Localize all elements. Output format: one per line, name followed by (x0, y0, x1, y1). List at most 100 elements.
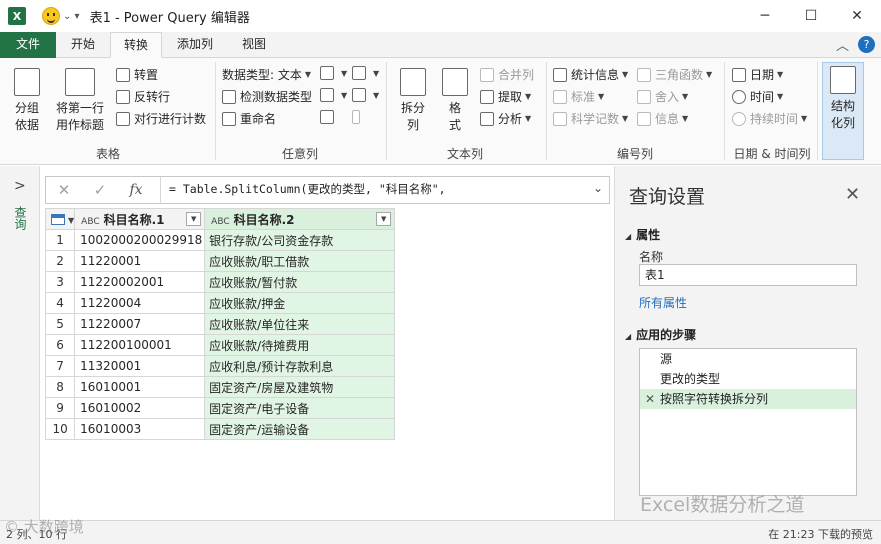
cancel-formula-icon[interactable]: ✕ (46, 181, 82, 199)
table-menu-button[interactable]: ▼ (44, 208, 76, 230)
applied-steps-header-label: 应用的步骤 (636, 328, 697, 342)
table-cell[interactable]: 应收账款/职工借款 (204, 250, 396, 272)
tab-view[interactable]: 视图 (230, 32, 278, 58)
expand-queries-icon[interactable]: > (14, 178, 26, 194)
group-by-button[interactable]: 分组 依据 (8, 68, 46, 134)
maximize-button[interactable]: ☐ (788, 0, 834, 32)
table-cell[interactable]: 应收利息/预计存款利息 (204, 355, 396, 377)
table-cell[interactable]: 16010002 (74, 397, 206, 419)
help-icon[interactable]: ? (858, 36, 875, 53)
tab-transform[interactable]: 转换 (110, 32, 162, 58)
convert-to-list-button[interactable] (352, 110, 364, 124)
close-window-button[interactable]: ✕ (834, 0, 880, 32)
unpivot-button[interactable]: ▼ (352, 66, 379, 80)
row-number[interactable]: 6 (44, 334, 76, 356)
close-pane-icon[interactable]: ✕ (845, 184, 860, 205)
table-cell[interactable]: 1002000200029918 (74, 229, 206, 251)
table-cell[interactable]: 银行存款/公司资金存款 (204, 229, 396, 251)
formula-input[interactable]: = Table.SplitColumn(更改的类型, "科目名称", (160, 177, 610, 203)
row-number[interactable]: 8 (44, 376, 76, 398)
table-cell[interactable]: 应收账款/押金 (204, 292, 396, 314)
chevron-down-icon: ▼ (777, 92, 784, 101)
pivot-icon (320, 110, 334, 124)
row-number[interactable]: 4 (44, 292, 76, 314)
table-cell[interactable]: 16010003 (74, 418, 206, 440)
chevron-down-icon: ▼ (598, 92, 605, 101)
statistics-dropdown[interactable]: 统计信息 ▼ (553, 66, 628, 83)
count-rows-button[interactable]: 对行进行计数 (116, 110, 206, 127)
tab-home[interactable]: 开始 (58, 32, 108, 58)
tab-file[interactable]: 文件 (0, 32, 56, 58)
rename-button[interactable]: 重命名 (222, 110, 276, 127)
minimize-button[interactable]: ─ (742, 0, 788, 32)
table-cell[interactable]: 固定资产/房屋及建筑物 (204, 376, 396, 398)
extract-dropdown[interactable]: 提取 ▼ (480, 88, 531, 105)
detect-data-type-button[interactable]: 检测数据类型 (222, 88, 312, 105)
commit-formula-icon[interactable]: ✓ (82, 181, 118, 199)
delete-step-icon[interactable]: ✕ (645, 389, 655, 409)
queries-rail-label[interactable]: 查询 (12, 206, 29, 230)
row-number[interactable]: 2 (44, 250, 76, 272)
collapse-ribbon-icon[interactable]: ︿ (836, 35, 849, 54)
split-column-button[interactable]: 拆分 列 (392, 68, 434, 134)
table-cell[interactable]: 11220001 (74, 250, 206, 272)
row-number[interactable]: 10 (44, 418, 76, 440)
column-header-label: 科目名称.1 (103, 212, 165, 227)
smiley-feedback-icon[interactable] (42, 7, 60, 25)
expand-formula-icon[interactable]: ⌄ (593, 181, 603, 195)
parse-dropdown[interactable]: 分析 ▼ (480, 110, 531, 127)
duration-dropdown[interactable]: 持续时间 ▼ (732, 110, 807, 127)
table-row: 7 11320001 应收利息/预计存款利息 (44, 355, 396, 377)
applied-steps-section-header[interactable]: ◢ 应用的步骤 (625, 326, 696, 343)
column-header-1[interactable]: ABC 科目名称.1 ▼ (74, 208, 206, 230)
table-cell[interactable]: 11220007 (74, 313, 206, 335)
row-number[interactable]: 5 (44, 313, 76, 335)
quick-access-customize-icon[interactable]: ⌄ ▾ (63, 11, 80, 22)
table-cell[interactable]: 固定资产/运输设备 (204, 418, 396, 440)
table-cell[interactable]: 11220004 (74, 292, 206, 314)
applied-step-selected[interactable]: ✕ 按照字符转换拆分列 (640, 389, 856, 409)
detect-type-icon (222, 89, 236, 104)
time-dropdown[interactable]: 时间 ▼ (732, 88, 783, 105)
query-name-field[interactable]: 表1 (639, 264, 857, 286)
merge-columns-button[interactable]: 合并列 (480, 66, 534, 83)
column-header-2[interactable]: ABC 科目名称.2 ▼ (204, 208, 396, 230)
table-cell[interactable]: 112200100001 (74, 334, 206, 356)
reverse-rows-button[interactable]: 反转行 (116, 88, 170, 105)
applied-step[interactable]: 源 (640, 349, 856, 369)
pivot-column-button[interactable] (320, 110, 338, 124)
row-number[interactable]: 9 (44, 397, 76, 419)
fx-icon[interactable]: fx (118, 182, 154, 198)
table-cell[interactable]: 应收账款/暂付款 (204, 271, 396, 293)
filter-dropdown-icon[interactable]: ▼ (376, 212, 392, 226)
date-dropdown[interactable]: 日期 ▼ (732, 66, 783, 83)
table-cell[interactable]: 11320001 (74, 355, 206, 377)
window-title: 表1 - Power Query 编辑器 (89, 10, 250, 26)
data-type-dropdown[interactable]: 数据类型: 文本 ▼ (222, 66, 311, 83)
filter-dropdown-icon[interactable]: ▼ (186, 212, 202, 226)
replace-values-button[interactable]: ▼ (320, 66, 347, 80)
properties-section-header[interactable]: ◢ 属性 (625, 226, 660, 243)
table-cell[interactable]: 应收账款/单位往来 (204, 313, 396, 335)
scientific-dropdown[interactable]: 科学记数 ▼ (553, 110, 628, 127)
transpose-button[interactable]: 转置 (116, 66, 158, 83)
standard-dropdown[interactable]: 标准 ▼ (553, 88, 604, 105)
table-cell[interactable]: 16010001 (74, 376, 206, 398)
trigonometry-dropdown[interactable]: 三角函数 ▼ (637, 66, 712, 83)
use-first-row-as-headers-button[interactable]: 将第一行 用作标题 (48, 68, 112, 134)
statistics-label: 统计信息 (571, 68, 620, 82)
row-number[interactable]: 3 (44, 271, 76, 293)
table-cell[interactable]: 11220002001 (74, 271, 206, 293)
rounding-dropdown[interactable]: 舍入 ▼ (637, 88, 688, 105)
tab-add-column[interactable]: 添加列 (166, 32, 224, 58)
applied-step[interactable]: 更改的类型 (640, 369, 856, 389)
table-cell[interactable]: 应收账款/待摊费用 (204, 334, 396, 356)
move-button[interactable]: ▼ (352, 88, 379, 102)
row-number[interactable]: 1 (44, 229, 76, 251)
format-button[interactable]: 格 式 (436, 68, 474, 134)
information-dropdown[interactable]: 信息 ▼ (637, 110, 688, 127)
table-cell[interactable]: 固定资产/电子设备 (204, 397, 396, 419)
fill-button[interactable]: ▼ (320, 88, 347, 102)
row-number[interactable]: 7 (44, 355, 76, 377)
all-properties-link[interactable]: 所有属性 (639, 294, 687, 311)
